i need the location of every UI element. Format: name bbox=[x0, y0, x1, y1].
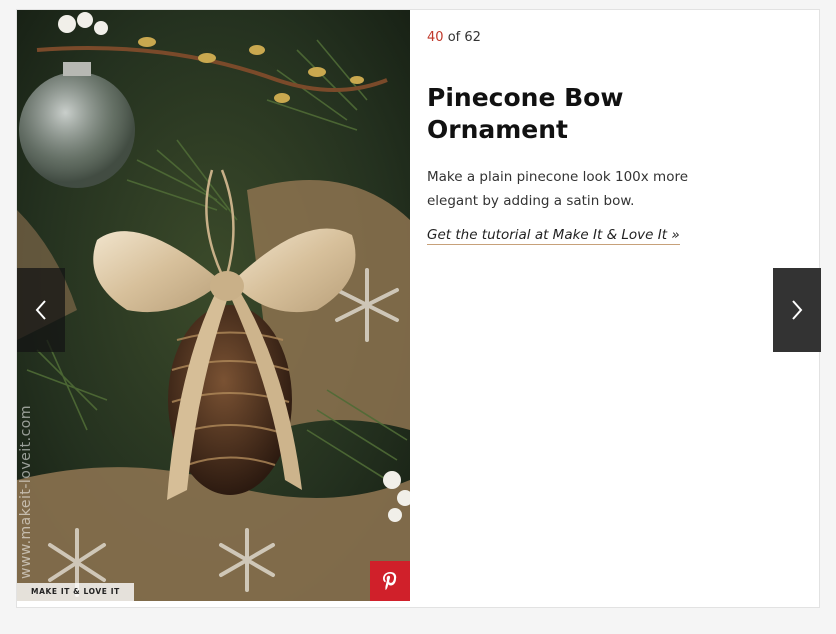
pinecone-bow-image bbox=[17, 10, 410, 601]
photo-watermark: www.makeit-loveit.com bbox=[18, 405, 34, 579]
slide-photo: www.makeit-loveit.com MAKE IT & LOVE IT bbox=[17, 10, 410, 601]
slide-description: Make a plain pinecone look 100x more ele… bbox=[427, 169, 689, 209]
slide-title: Pinecone Bow Ornament bbox=[427, 83, 624, 144]
slide-counter-total: of 62 bbox=[447, 30, 481, 45]
slideshow-slide: www.makeit-loveit.com MAKE IT & LOVE IT … bbox=[16, 9, 821, 608]
chevron-left-icon bbox=[35, 300, 46, 320]
pinterest-button[interactable] bbox=[370, 561, 410, 601]
slide-caption: 40 of 62 Pinecone Bow Ornament Make a pl… bbox=[427, 30, 727, 245]
slide-counter: 40 of 62 bbox=[427, 30, 727, 50]
slide-counter-current: 40 bbox=[427, 30, 444, 45]
photo-credit: MAKE IT & LOVE IT bbox=[17, 583, 134, 601]
pinterest-icon bbox=[383, 572, 397, 590]
chevron-right-icon bbox=[792, 300, 803, 320]
next-slide-button[interactable] bbox=[773, 268, 821, 352]
previous-slide-button[interactable] bbox=[17, 268, 65, 352]
tutorial-link[interactable]: Get the tutorial at Make It & Love It » bbox=[427, 227, 680, 245]
